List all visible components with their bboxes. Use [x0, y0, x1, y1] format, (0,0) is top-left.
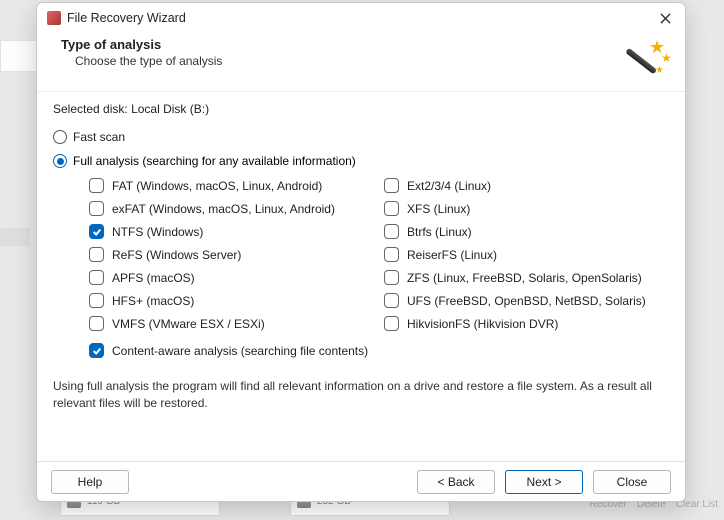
filesystem-label: Ext2/3/4 (Linux): [407, 179, 491, 193]
filesystem-option-ext[interactable]: Ext2/3/4 (Linux): [384, 178, 669, 193]
page-title: Type of analysis: [61, 37, 222, 52]
checkbox-hikfs[interactable]: [384, 316, 399, 331]
bg-tile: [0, 228, 30, 246]
filesystem-option-zfs[interactable]: ZFS (Linux, FreeBSD, Solaris, OpenSolari…: [384, 270, 669, 285]
checkbox-btrfs[interactable]: [384, 224, 399, 239]
filesystem-label: XFS (Linux): [407, 202, 470, 216]
filesystem-option-ufs[interactable]: UFS (FreeBSD, OpenBSD, NetBSD, Solaris): [384, 293, 669, 308]
file-recovery-wizard-dialog: File Recovery Wizard Type of analysis Ch…: [36, 2, 686, 502]
filesystem-option-hfs[interactable]: HFS+ (macOS): [89, 293, 374, 308]
radio-full-analysis-row[interactable]: Full analysis (searching for any availab…: [53, 154, 669, 168]
bg-tile: [0, 40, 40, 72]
checkbox-hfs[interactable]: [89, 293, 104, 308]
window-title: File Recovery Wizard: [67, 11, 186, 25]
checkbox-fat[interactable]: [89, 178, 104, 193]
checkbox-vmfs[interactable]: [89, 316, 104, 331]
filesystem-option-reiserfs[interactable]: ReiserFS (Linux): [384, 247, 669, 262]
filesystem-label: ReiserFS (Linux): [407, 248, 497, 262]
filesystem-option-ntfs[interactable]: NTFS (Windows): [89, 224, 374, 239]
close-button[interactable]: [651, 7, 679, 29]
selected-disk-line: Selected disk: Local Disk (B:): [53, 102, 669, 116]
back-button[interactable]: < Back: [417, 470, 495, 494]
filesystem-label: HikvisionFS (Hikvision DVR): [407, 317, 558, 331]
content-aware-row[interactable]: Content-aware analysis (searching file c…: [89, 343, 669, 358]
checkbox-ntfs[interactable]: [89, 224, 104, 239]
checkbox-ext[interactable]: [384, 178, 399, 193]
checkbox-content-aware[interactable]: [89, 343, 104, 358]
radio-full-analysis[interactable]: [53, 154, 67, 168]
radio-full-analysis-label: Full analysis (searching for any availab…: [73, 154, 356, 168]
radio-fast-scan[interactable]: [53, 130, 67, 144]
filesystem-label: Btrfs (Linux): [407, 225, 472, 239]
wizard-header: Type of analysis Choose the type of anal…: [37, 33, 685, 92]
radio-fast-scan-row[interactable]: Fast scan: [53, 130, 669, 144]
filesystem-grid: FAT (Windows, macOS, Linux, Android) Ext2…: [89, 178, 669, 331]
page-subtitle: Choose the type of analysis: [75, 54, 222, 68]
checkbox-apfs[interactable]: [89, 270, 104, 285]
filesystem-option-fat[interactable]: FAT (Windows, macOS, Linux, Android): [89, 178, 374, 193]
filesystem-label: HFS+ (macOS): [112, 294, 194, 308]
selected-disk-value: Local Disk (B:): [131, 102, 209, 116]
filesystem-label: exFAT (Windows, macOS, Linux, Android): [112, 202, 335, 216]
filesystem-option-apfs[interactable]: APFS (macOS): [89, 270, 374, 285]
filesystem-label: ReFS (Windows Server): [112, 248, 241, 262]
filesystem-label: APFS (macOS): [112, 271, 195, 285]
analysis-hint: Using full analysis the program will fin…: [53, 378, 669, 412]
close-icon: [660, 13, 671, 24]
app-icon: [47, 11, 61, 25]
filesystem-label: UFS (FreeBSD, OpenBSD, NetBSD, Solaris): [407, 294, 646, 308]
checkbox-exfat[interactable]: [89, 201, 104, 216]
checkbox-refs[interactable]: [89, 247, 104, 262]
filesystem-label: NTFS (Windows): [112, 225, 203, 239]
radio-fast-scan-label: Fast scan: [73, 130, 125, 144]
wizard-wand-icon: ★★★: [627, 37, 671, 81]
wizard-content: Selected disk: Local Disk (B:) Fast scan…: [37, 92, 685, 461]
filesystem-label: FAT (Windows, macOS, Linux, Android): [112, 179, 322, 193]
help-button[interactable]: Help: [51, 470, 129, 494]
wizard-footer: Help < Back Next > Close: [37, 461, 685, 501]
selected-disk-label: Selected disk:: [53, 102, 128, 116]
next-button[interactable]: Next >: [505, 470, 583, 494]
filesystem-label: VMFS (VMware ESX / ESXi): [112, 317, 265, 331]
filesystem-option-xfs[interactable]: XFS (Linux): [384, 201, 669, 216]
filesystem-option-btrfs[interactable]: Btrfs (Linux): [384, 224, 669, 239]
checkbox-ufs[interactable]: [384, 293, 399, 308]
checkbox-xfs[interactable]: [384, 201, 399, 216]
titlebar: File Recovery Wizard: [37, 3, 685, 33]
filesystem-option-vmfs[interactable]: VMFS (VMware ESX / ESXi): [89, 316, 374, 331]
filesystem-label: ZFS (Linux, FreeBSD, Solaris, OpenSolari…: [407, 271, 642, 285]
close-footer-button[interactable]: Close: [593, 470, 671, 494]
filesystem-option-hikfs[interactable]: HikvisionFS (Hikvision DVR): [384, 316, 669, 331]
checkbox-zfs[interactable]: [384, 270, 399, 285]
filesystem-option-exfat[interactable]: exFAT (Windows, macOS, Linux, Android): [89, 201, 374, 216]
content-aware-label: Content-aware analysis (searching file c…: [112, 344, 368, 358]
checkbox-reiserfs[interactable]: [384, 247, 399, 262]
filesystem-option-refs[interactable]: ReFS (Windows Server): [89, 247, 374, 262]
